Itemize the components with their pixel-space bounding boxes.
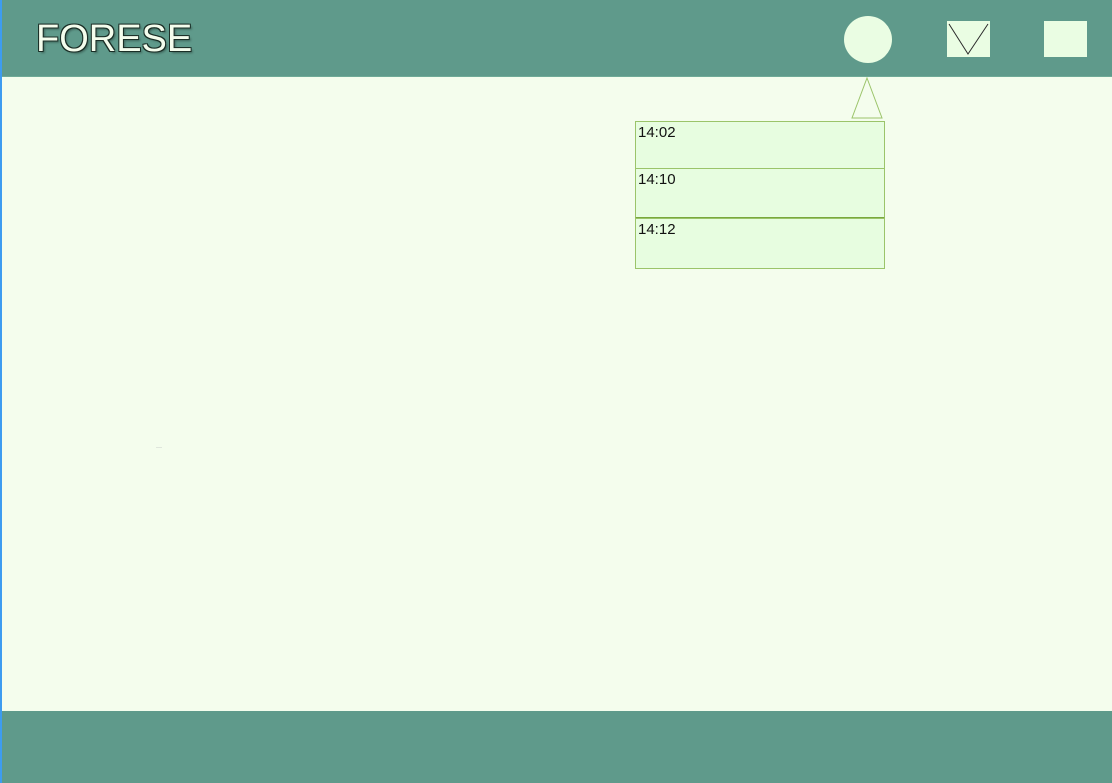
bottom-bar (2, 711, 1112, 783)
notification-time: 14:10 (638, 171, 676, 188)
notification-item[interactable]: 14:10 (635, 168, 885, 219)
divider (156, 447, 162, 448)
notification-dropdown: 14:02 14:10 14:12 (635, 121, 885, 269)
top-bar: FORESE (2, 0, 1112, 77)
notification-time: 14:02 (638, 124, 676, 141)
menu-icon[interactable] (1044, 21, 1087, 57)
app-title: FORESE (36, 18, 193, 60)
dropdown-pointer-icon (851, 77, 883, 119)
mail-chevron-icon (948, 23, 989, 55)
notification-time: 14:12 (638, 221, 676, 238)
window-edge (0, 0, 2, 783)
notification-item[interactable]: 14:12 (635, 218, 885, 269)
notification-item[interactable]: 14:02 (635, 121, 885, 169)
mail-icon[interactable] (947, 21, 990, 57)
user-avatar-icon[interactable] (844, 16, 892, 63)
